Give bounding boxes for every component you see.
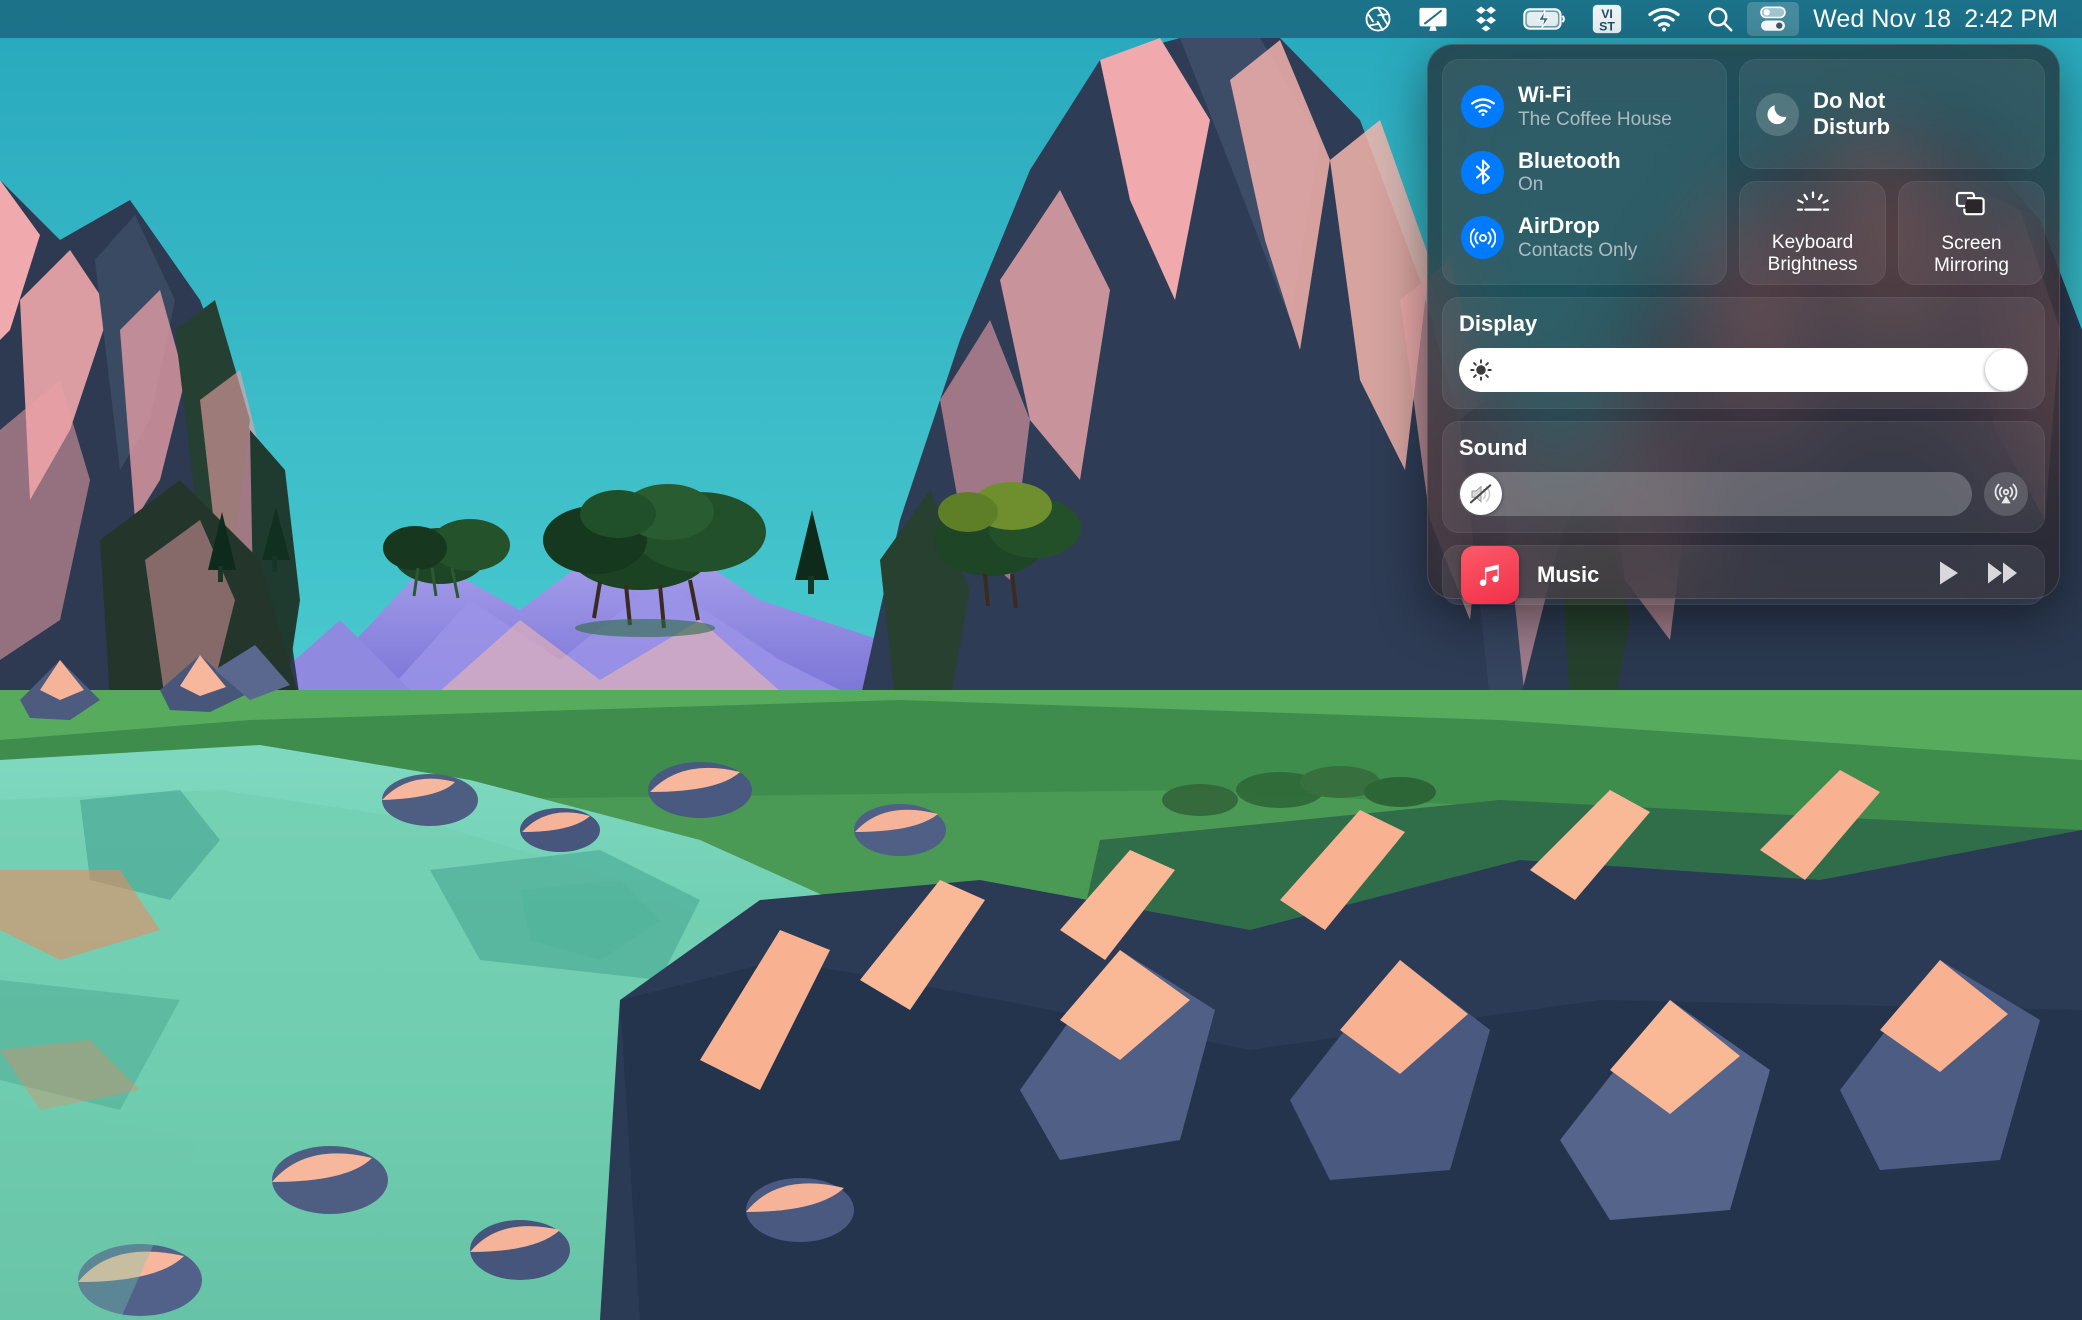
menu-bar: VI ST Wed Nov 18 2:42 PM bbox=[0, 0, 2082, 38]
bluetooth-toggle[interactable]: Bluetooth On bbox=[1455, 142, 1714, 203]
screen-mirroring-icon bbox=[1955, 190, 1989, 223]
keyboard-brightness-line2: Brightness bbox=[1767, 253, 1858, 275]
control-center-square-tiles: Keyboard Brightness Screen Mirroring bbox=[1739, 181, 2046, 286]
airdrop-icon bbox=[1461, 216, 1504, 260]
brightness-slider[interactable] bbox=[1459, 348, 2028, 393]
music-controls bbox=[1932, 557, 2026, 594]
music-widget[interactable]: Music bbox=[1442, 545, 2045, 606]
airdrop-text: AirDrop Contacts Only bbox=[1518, 214, 1637, 261]
airdrop-title: AirDrop bbox=[1518, 213, 1600, 239]
moon-icon bbox=[1756, 92, 1800, 136]
volume-slider[interactable] bbox=[1459, 472, 1972, 517]
screen-mirroring-line1: Screen bbox=[1941, 233, 2002, 254]
desktop-screen: VI ST Wed Nov 18 2:42 PM Wi-Fi The Coffe… bbox=[0, 0, 2082, 1320]
wifi-network-name: The Coffee House bbox=[1518, 108, 1672, 130]
sound-panel: Sound bbox=[1442, 421, 2045, 534]
music-app-name: Music bbox=[1537, 562, 1600, 588]
menubar-date: Wed Nov 18 bbox=[1813, 4, 1952, 33]
control-center-panel: Wi-Fi The Coffee House Bluetooth On AirD… bbox=[1427, 44, 2060, 606]
volume-slider-knob[interactable] bbox=[1460, 473, 1502, 516]
do-not-disturb-label: Do Not Disturb bbox=[1813, 88, 1890, 140]
music-app-icon bbox=[1461, 546, 1519, 605]
bluetooth-status: On bbox=[1518, 174, 1544, 196]
play-icon bbox=[1940, 561, 1958, 585]
play-button[interactable] bbox=[1932, 557, 1964, 594]
display-icon[interactable] bbox=[1405, 0, 1461, 38]
screen-mirroring-tile[interactable]: Screen Mirroring bbox=[1898, 181, 2046, 286]
aperture-icon[interactable] bbox=[1351, 0, 1405, 38]
sound-slider-row bbox=[1459, 472, 2028, 517]
spotlight-search-icon[interactable] bbox=[1693, 0, 1747, 38]
bluetooth-title: Bluetooth bbox=[1518, 147, 1621, 173]
speaker-muted-icon bbox=[1469, 484, 1492, 504]
control-center-right-column: Do Not Disturb Keyboard Brightness Scree… bbox=[1739, 59, 2046, 286]
wifi-title: Wi-Fi bbox=[1518, 82, 1572, 108]
brightness-slider-knob[interactable] bbox=[1985, 349, 2027, 392]
menubar-time: 2:42 PM bbox=[1964, 4, 2058, 33]
bluetooth-text: Bluetooth On bbox=[1518, 147, 1621, 196]
input-method-bottom-label: ST bbox=[1599, 20, 1615, 34]
display-title: Display bbox=[1459, 311, 1538, 337]
keyboard-brightness-tile[interactable]: Keyboard Brightness bbox=[1739, 181, 1887, 286]
keyboard-brightness-icon bbox=[1794, 191, 1832, 222]
input-method-icon[interactable]: VI ST bbox=[1579, 0, 1635, 38]
battery-charging-icon[interactable] bbox=[1511, 0, 1579, 38]
control-center-icon[interactable] bbox=[1747, 2, 1800, 36]
wifi-icon bbox=[1461, 85, 1504, 129]
sound-title: Sound bbox=[1459, 435, 1528, 461]
next-button[interactable] bbox=[1986, 558, 2020, 593]
display-panel: Display bbox=[1442, 297, 2045, 410]
airplay-audio-icon bbox=[1994, 484, 2018, 504]
menubar-clock[interactable]: Wed Nov 18 2:42 PM bbox=[1799, 5, 2068, 34]
airdrop-toggle[interactable]: AirDrop Contacts Only bbox=[1455, 207, 1714, 268]
bluetooth-icon bbox=[1461, 150, 1504, 194]
wifi-icon[interactable] bbox=[1635, 0, 1693, 38]
wifi-toggle[interactable]: Wi-Fi The Coffee House bbox=[1455, 76, 1714, 137]
dnd-label-line2: Disturb bbox=[1813, 114, 1891, 139]
control-center-top-row: Wi-Fi The Coffee House Bluetooth On AirD… bbox=[1442, 59, 2046, 286]
brightness-sun-icon bbox=[1470, 359, 1492, 382]
keyboard-brightness-label: Keyboard Brightness bbox=[1768, 232, 1858, 275]
screen-mirroring-line2: Mirroring bbox=[1934, 254, 2009, 276]
fast-forward-icon bbox=[1988, 562, 2017, 584]
airdrop-status: Contacts Only bbox=[1518, 239, 1638, 261]
screen-mirroring-label: Screen Mirroring bbox=[1934, 233, 2009, 276]
do-not-disturb-toggle[interactable]: Do Not Disturb bbox=[1739, 59, 2045, 169]
music-note-icon bbox=[1479, 564, 1499, 587]
keyboard-brightness-line1: Keyboard bbox=[1771, 232, 1854, 253]
connectivity-tile: Wi-Fi The Coffee House Bluetooth On AirD… bbox=[1442, 59, 1728, 286]
dnd-label-line1: Do Not bbox=[1813, 88, 1886, 114]
display-slider-row bbox=[1459, 348, 2028, 393]
dropbox-icon[interactable] bbox=[1461, 0, 1511, 38]
airplay-audio-button[interactable] bbox=[1984, 472, 2028, 517]
wifi-text: Wi-Fi The Coffee House bbox=[1518, 83, 1672, 130]
